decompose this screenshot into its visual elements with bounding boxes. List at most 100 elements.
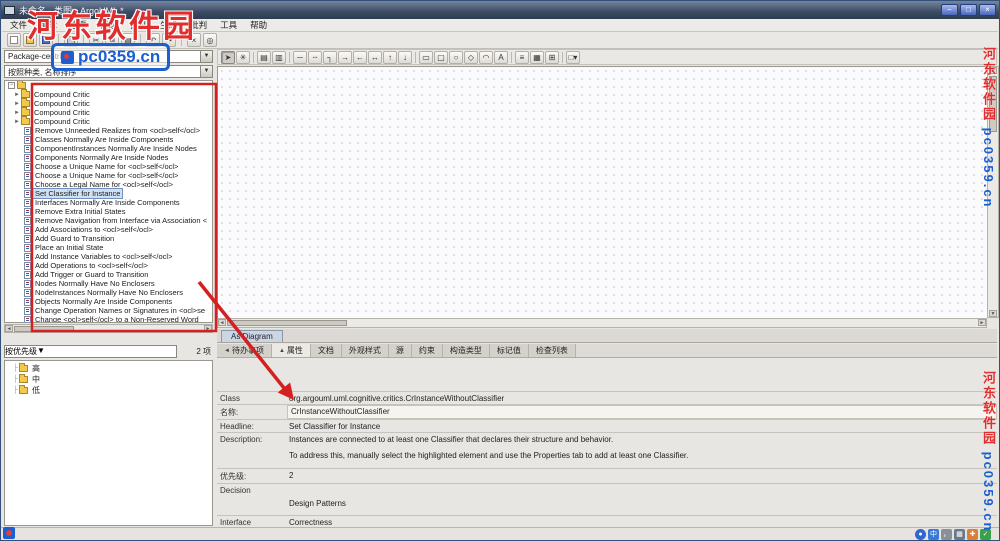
scroll-down-icon[interactable]: ▼ <box>989 310 997 317</box>
broom-tool-button[interactable]: ✳ <box>236 51 250 64</box>
grid-toggle-button[interactable]: ▦ <box>530 51 544 64</box>
association-right-button[interactable]: → <box>338 51 352 64</box>
priority-combo[interactable]: 按优先级 ▼ <box>4 345 177 358</box>
close-button[interactable]: × <box>979 4 996 16</box>
tree-item[interactable]: ►Compound Critic <box>5 117 212 126</box>
menu-item[interactable]: 生成 <box>160 19 177 31</box>
menu-item[interactable]: 查看 <box>70 19 87 31</box>
expand-icon[interactable]: ► <box>14 110 20 116</box>
details-tab-1[interactable]: ▲属性 <box>272 344 311 357</box>
tree-item[interactable]: Choose a Legal Name for <ocl>self</ocl> <box>5 180 212 189</box>
name-input[interactable]: CrInstanceWithoutClassifier <box>288 406 996 418</box>
arc-tool-button[interactable]: ◠ <box>479 51 493 64</box>
details-tab-0[interactable]: ◄待办事项 <box>217 344 272 357</box>
minimize-button[interactable]: − <box>941 4 958 16</box>
text-tool-button[interactable]: A <box>494 51 508 64</box>
tree-item[interactable]: Add Trigger or Guard to Transition <box>5 270 212 279</box>
priority-item[interactable]: ├中 <box>5 374 212 385</box>
tree-item[interactable]: Components Normally Are Inside Nodes <box>5 153 212 162</box>
details-tab-8[interactable]: 检查列表 <box>529 344 576 357</box>
tree-item[interactable]: ComponentInstances Normally Are Inside N… <box>5 144 212 153</box>
redo-icon[interactable]: ↷ <box>162 33 176 47</box>
scroll-left-icon[interactable]: ◄ <box>5 325 13 332</box>
order-combo[interactable]: 按照种类, 名称排序 ▼ <box>4 65 213 78</box>
priority-item[interactable]: ├高 <box>5 363 212 374</box>
tree-item[interactable]: Add Guard to Transition <box>5 234 212 243</box>
chevron-down-icon[interactable]: ▼ <box>37 346 45 357</box>
corner-line-tool-button[interactable]: ┐ <box>323 51 337 64</box>
collapse-icon[interactable]: − <box>8 82 15 89</box>
details-tab-5[interactable]: 约束 <box>412 344 443 357</box>
tree-item[interactable]: Place an Initial State <box>5 243 212 252</box>
ime-state-icon[interactable]: ✓ <box>980 529 991 540</box>
tree-item[interactable]: Add Associations to <ocl>self</ocl> <box>5 225 212 234</box>
scrollbar-thumb[interactable] <box>989 76 997 132</box>
menu-item[interactable]: 工具 <box>220 19 237 31</box>
tree-item[interactable]: Objects Normally Are Inside Components <box>5 297 212 306</box>
tree-item[interactable]: Change <ocl>self</ocl> to a Non-Reserved… <box>5 315 212 323</box>
association-both-button[interactable]: ↔ <box>368 51 382 64</box>
details-tab-3[interactable]: 外观样式 <box>342 344 389 357</box>
tree-item[interactable]: Classes Normally Are Inside Components <box>5 135 212 144</box>
diagram-canvas[interactable] <box>217 66 987 318</box>
tree-item[interactable]: NodeInstances Normally Have No Enclosers <box>5 288 212 297</box>
menu-item[interactable]: 排列 <box>130 19 147 31</box>
tree-item[interactable]: Change Operation Names or Signatures in … <box>5 306 212 315</box>
maximize-button[interactable]: □ <box>960 4 977 16</box>
chevron-down-icon[interactable]: ▼ <box>200 51 212 62</box>
tree-item[interactable]: Remove Unneeded Realizes from <ocl>self<… <box>5 126 212 135</box>
association-left-button[interactable]: ← <box>353 51 367 64</box>
details-tab-2[interactable]: 文档 <box>311 344 342 357</box>
tree-item[interactable]: Choose a Unique Name for <ocl>self</ocl> <box>5 171 212 180</box>
scroll-up-icon[interactable]: ▲ <box>989 67 997 74</box>
chinese-mode-icon[interactable]: 中 <box>928 529 939 540</box>
tree-item[interactable]: ►Compound Critic <box>5 90 212 99</box>
rounded-rect-tool-button[interactable]: ▢ <box>434 51 448 64</box>
new-file-icon[interactable] <box>7 33 21 47</box>
perspective-combo[interactable]: Package-centric ▼ <box>4 50 213 63</box>
ime-logo-icon[interactable]: ● <box>915 529 926 540</box>
scrollbar-thumb[interactable] <box>227 320 347 326</box>
tree-horizontal-scrollbar[interactable]: ◄ ► <box>4 324 213 333</box>
dependency-up-button[interactable]: ↑ <box>383 51 397 64</box>
canvas-horizontal-scrollbar[interactable]: ◄ ► <box>217 318 987 328</box>
copy-icon[interactable]: ⧉ <box>105 33 119 47</box>
new-note-button[interactable]: ▤ <box>257 51 271 64</box>
priority-item[interactable]: ├低 <box>5 385 212 396</box>
soft-keyboard-icon[interactable]: ▦ <box>954 529 965 540</box>
tab-as-diagram[interactable]: As Diagram <box>221 330 283 342</box>
new-comment-button[interactable]: ▥ <box>272 51 286 64</box>
select-tool-button[interactable]: ➤ <box>221 51 235 64</box>
tree-item[interactable]: Add Instance Variables to <ocl>self</ocl… <box>5 252 212 261</box>
canvas-vertical-scrollbar[interactable]: ▲ ▼ <box>987 66 999 318</box>
chevron-down-icon[interactable]: ▼ <box>200 66 212 77</box>
stack-tool-button[interactable]: ≡ <box>515 51 529 64</box>
scroll-right-icon[interactable]: ► <box>978 319 986 326</box>
expand-icon[interactable]: ► <box>14 92 20 98</box>
punctuation-mode-icon[interactable]: ， <box>941 529 952 540</box>
polygon-tool-button[interactable]: ◇ <box>464 51 478 64</box>
tree-item[interactable]: Nodes Normally Have No Enclosers <box>5 279 212 288</box>
tree-item[interactable]: Remove Navigation from Interface via Ass… <box>5 216 212 225</box>
open-file-icon[interactable] <box>23 33 37 47</box>
line-tool-button[interactable]: ─ <box>293 51 307 64</box>
ime-toolbox-icon[interactable]: ✚ <box>967 529 978 540</box>
undo-icon[interactable]: ↶ <box>146 33 160 47</box>
cut-icon[interactable]: ✂ <box>89 33 103 47</box>
tree-item[interactable]: ►Compound Critic <box>5 108 212 117</box>
save-file-icon[interactable] <box>39 33 53 47</box>
menu-item[interactable]: 批判 <box>190 19 207 31</box>
expand-icon[interactable]: ► <box>14 119 20 125</box>
shape-dropdown-button[interactable]: □▾ <box>566 51 580 64</box>
tree-item[interactable]: ►Compound Critic <box>5 99 212 108</box>
scroll-left-icon[interactable]: ◄ <box>218 319 226 326</box>
dependency-down-button[interactable]: ↓ <box>398 51 412 64</box>
details-tab-4[interactable]: 源 <box>389 344 412 357</box>
find-icon[interactable]: ◎ <box>203 33 217 47</box>
menu-item[interactable]: 文件 <box>10 19 27 31</box>
expand-icon[interactable]: ► <box>14 101 20 107</box>
snap-toggle-button[interactable]: ⊞ <box>545 51 559 64</box>
paste-icon[interactable]: ▤ <box>121 33 135 47</box>
circle-tool-button[interactable]: ○ <box>449 51 463 64</box>
remove-icon[interactable]: × <box>187 33 201 47</box>
